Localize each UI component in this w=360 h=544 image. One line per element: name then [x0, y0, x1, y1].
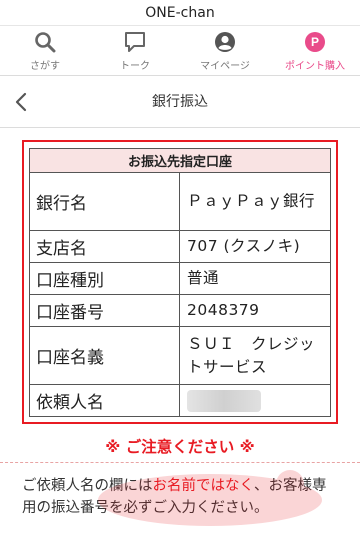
account-number-label: 口座番号: [29, 294, 180, 327]
account-type-value: 普通: [179, 262, 331, 295]
nav-talk[interactable]: トーク: [90, 26, 180, 75]
account-holder-label: 口座名義: [29, 326, 180, 385]
table-row: 銀行名 ＰａｙＰａｙ銀行: [29, 172, 331, 231]
nav-mypage-label: マイページ: [200, 61, 250, 72]
nav-search-label: さがす: [30, 61, 60, 72]
page-header: 銀行振込: [0, 76, 360, 128]
bank-name-label: 銀行名: [29, 172, 180, 231]
notice-text-part1: ご依頼人名の欄には: [22, 478, 153, 494]
nav-points-label: ポイント購入: [285, 61, 345, 72]
requester-name-value: [179, 384, 331, 417]
table-row: 口座種別 普通: [29, 262, 331, 295]
requester-name-label: 依頼人名: [29, 384, 180, 417]
points-icon: P: [302, 29, 328, 55]
account-table-heading: お振込先指定口座: [29, 148, 331, 173]
notice-text: ご依頼人名の欄にはお名前ではなく、お客様専用の振込番号を必ずご入力ください。: [22, 475, 338, 519]
table-row: 依頼人名: [29, 384, 331, 417]
notice-emphasis: お名前ではなく: [152, 478, 255, 494]
app-title: ONE-chan: [0, 0, 360, 26]
nav-search[interactable]: さがす: [0, 26, 90, 75]
back-button[interactable]: [8, 89, 34, 115]
page-title: 銀行振込: [152, 94, 208, 110]
branch-label: 支店名: [29, 230, 180, 263]
account-table: お振込先指定口座 銀行名 ＰａｙＰａｙ銀行 支店名 707 (クスノキ) 口座種…: [29, 148, 331, 417]
bank-name-value: ＰａｙＰａｙ銀行: [179, 172, 331, 231]
points-badge: P: [305, 32, 325, 52]
divider: [0, 462, 360, 463]
nav-talk-label: トーク: [120, 61, 150, 72]
top-nav: さがす トーク マイページ P ポイント購入: [0, 26, 360, 76]
table-row: 口座名義 ＳＵＩ クレジットサービス: [29, 326, 331, 385]
account-number-value: 2048379: [179, 294, 331, 327]
search-icon: [32, 29, 58, 55]
notice-title: ※ ご注意ください ※: [105, 438, 255, 456]
nav-mypage[interactable]: マイページ: [180, 26, 270, 75]
table-row: 口座番号 2048379: [29, 294, 331, 327]
account-frame: お振込先指定口座 銀行名 ＰａｙＰａｙ銀行 支店名 707 (クスノキ) 口座種…: [22, 140, 338, 424]
account-holder-value: ＳＵＩ クレジットサービス: [179, 326, 331, 385]
user-icon: [212, 29, 238, 55]
chevron-left-icon: [15, 92, 27, 112]
chat-bubble-icon: [122, 29, 148, 55]
nav-points[interactable]: P ポイント購入: [270, 26, 360, 75]
main-content: お振込先指定口座 銀行名 ＰａｙＰａｙ銀行 支店名 707 (クスノキ) 口座種…: [0, 128, 360, 519]
redacted-value: [187, 389, 261, 412]
table-row: 支店名 707 (クスノキ): [29, 230, 331, 263]
account-type-label: 口座種別: [29, 262, 180, 295]
branch-value: 707 (クスノキ): [179, 230, 331, 263]
